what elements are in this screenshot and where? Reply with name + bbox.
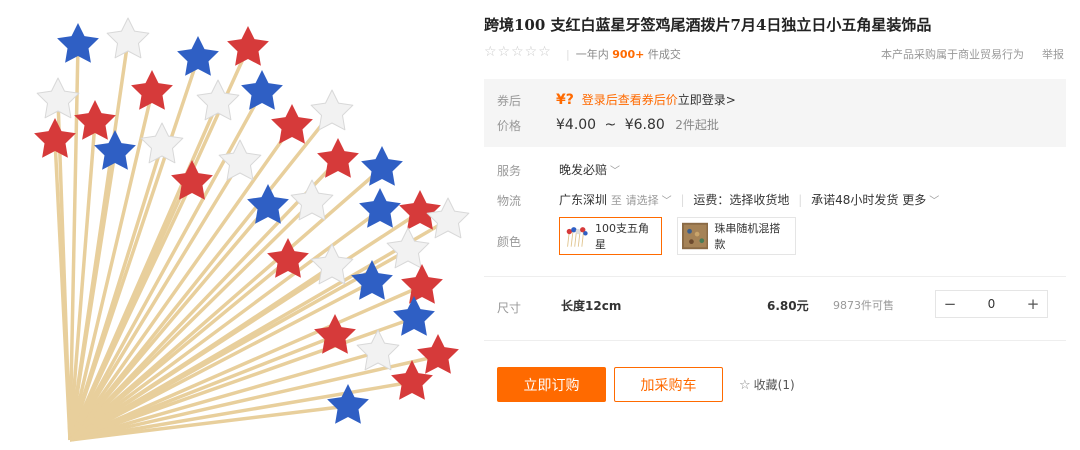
color-label: 颜色 xyxy=(497,235,522,249)
plus-button[interactable]: + xyxy=(1019,291,1047,317)
bead-picks-thumbnail-icon xyxy=(682,222,709,250)
star-topper xyxy=(401,264,443,304)
price-range: ¥4.00 ~ ¥6.80 2件起批 xyxy=(556,116,719,133)
star-picks-illustration xyxy=(34,17,470,442)
logistics-label: 物流 xyxy=(497,194,522,208)
service-dropdown[interactable]: 晚发必赔 ﹀ xyxy=(559,161,620,178)
star-topper xyxy=(351,260,393,300)
sales-count: | 一年内 900+ 件成交 xyxy=(566,46,681,62)
color-option-beads[interactable]: 珠串随机混搭款 xyxy=(677,217,796,255)
logistics-row: 广东深圳 至 请选择 ﹀ | 运费：选择收货地 | 承诺48小时发货 更多 ﹀ xyxy=(559,191,939,208)
favorite-button[interactable]: ☆ 收藏(1) xyxy=(739,376,795,393)
login-link[interactable]: 立即登录> xyxy=(678,93,736,107)
star-topper xyxy=(317,138,359,178)
shipping-promise: 承诺48小时发货 xyxy=(811,193,899,207)
sales-prefix: 一年内 xyxy=(575,48,609,61)
star-topper xyxy=(140,122,184,164)
star-topper xyxy=(426,197,470,239)
sales-divider: | xyxy=(566,48,570,61)
price-max: ¥6.80 xyxy=(624,117,665,133)
price-tilde: ~ xyxy=(604,117,617,133)
favorite-label: 收藏(1) xyxy=(753,378,795,392)
star-topper xyxy=(227,26,269,66)
star-picks-thumbnail-icon xyxy=(564,223,589,249)
service-label: 服务 xyxy=(497,164,522,178)
chevron-down-icon: ﹀ xyxy=(929,196,940,207)
size-price: 6.80元 xyxy=(767,299,809,313)
divider xyxy=(484,276,1066,277)
star-topper xyxy=(94,130,136,170)
size-stock: 9873件可售 xyxy=(833,299,894,312)
star-topper xyxy=(131,70,173,110)
star-topper xyxy=(218,139,262,181)
product-image[interactable] xyxy=(0,0,470,450)
chevron-down-icon: ﹀ xyxy=(610,166,621,177)
ship-origin: 广东深圳 xyxy=(559,193,608,207)
service-value: 晚发必赔 xyxy=(559,163,608,177)
divider: | xyxy=(680,193,685,207)
price-label: 价格 xyxy=(497,119,522,133)
destination-select[interactable]: 请选择 xyxy=(626,194,659,207)
star-outline-icon: ☆ xyxy=(739,378,751,393)
divider xyxy=(484,340,1066,341)
star-topper xyxy=(393,296,435,336)
color-option-stars[interactable]: 100支五角星 xyxy=(559,217,662,255)
business-note: 本产品采购属于商业贸易行为 xyxy=(881,48,1024,61)
quantity-stepper: − 0 + xyxy=(935,290,1048,318)
minimum-order: 2件起批 xyxy=(675,118,719,132)
ship-to-prefix: 至 xyxy=(610,194,622,207)
rating-stars-icon: ☆☆☆☆☆ xyxy=(484,44,552,60)
add-to-cart-button[interactable]: 加采购车 xyxy=(614,367,723,402)
star-topper xyxy=(399,190,441,230)
star-topper xyxy=(241,70,283,110)
more-logistics-button[interactable]: 更多 xyxy=(902,193,926,207)
chevron-down-icon: ﹀ xyxy=(661,196,672,207)
star-topper xyxy=(177,36,219,76)
star-topper xyxy=(290,179,334,221)
freight-select[interactable]: 运费：选择收货地 xyxy=(693,193,789,207)
size-name: 长度12cm xyxy=(561,299,622,313)
star-topper xyxy=(310,89,354,131)
minus-button[interactable]: − xyxy=(936,291,964,317)
star-topper xyxy=(271,104,313,144)
report-link[interactable]: 举报 xyxy=(1042,46,1064,62)
order-now-button[interactable]: 立即订购 xyxy=(497,367,606,402)
color-option-label: 100支五角星 xyxy=(594,222,649,251)
quantity-input[interactable]: 0 xyxy=(964,297,1019,311)
product-detail-panel: 跨境100 支红白蓝星牙签鸡尾酒拨片7月4日独立日小五角星装饰品 ☆☆☆☆☆ |… xyxy=(484,0,1070,450)
sales-number: 900+ xyxy=(612,48,645,61)
size-label: 尺寸 xyxy=(497,301,522,315)
price-min: ¥4.00 xyxy=(556,117,597,133)
coupon-label: 券后 xyxy=(497,94,522,108)
product-title: 跨境100 支红白蓝星牙签鸡尾酒拨片7月4日独立日小五角星装饰品 xyxy=(484,16,932,34)
price-box: 券后 价格 ¥? 登录后查看券后价立即登录> ¥4.00 ~ ¥6.80 2件起… xyxy=(484,79,1066,147)
coupon-hint: 登录后查看券后价 xyxy=(581,93,678,107)
rating-row: ☆☆☆☆☆ | 一年内 900+ 件成交 本产品采购属于商业贸易行为 举报 xyxy=(484,44,1070,62)
coupon-price-unknown: ¥? xyxy=(556,92,574,108)
coupon-price-line: ¥? 登录后查看券后价立即登录> xyxy=(556,91,736,108)
star-topper xyxy=(417,334,459,374)
color-option-label: 珠串随机混搭款 xyxy=(714,222,781,251)
sales-suffix: 件成交 xyxy=(647,48,681,61)
divider: | xyxy=(798,193,803,207)
